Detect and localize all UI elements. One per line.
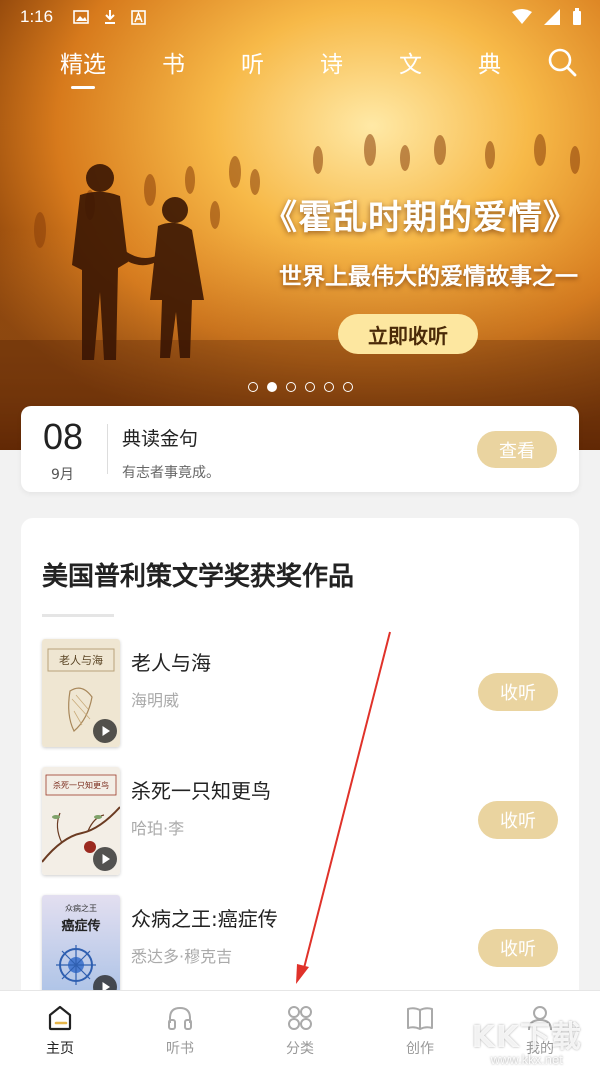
bottom-nav-home[interactable]: 主页 <box>0 991 120 1066</box>
wifi-icon <box>512 9 532 24</box>
divider <box>107 424 108 474</box>
list-item[interactable]: 杀死一只知更鸟 杀死一只知更鸟 哈珀·李 收听 <box>42 767 558 875</box>
bottom-nav-create[interactable]: 创作 <box>360 991 480 1066</box>
hero-title: 《霍乱时期的爱情》 <box>263 198 578 238</box>
headphones-icon <box>168 1006 192 1030</box>
bottom-nav-audiobooks[interactable]: 听书 <box>120 991 240 1066</box>
bottom-nav-label: 分类 <box>286 1041 314 1057</box>
section-title: 美国普利策文学奖获奖作品 <box>42 562 355 592</box>
daily-quote-card[interactable]: 08 9月 典读金句 有志者事竟成。 查看 <box>21 406 579 492</box>
book-cover-subtitle: 众病之王 <box>65 904 97 913</box>
listen-button[interactable]: 收听 <box>478 801 558 839</box>
book-author: 悉达多·穆克吉 <box>131 947 233 966</box>
bottom-nav: 主页 听书 分类 创作 我的 <box>0 990 600 1066</box>
book-title[interactable]: 众病之王:癌症传 <box>131 903 278 932</box>
carousel-dot[interactable] <box>324 382 334 392</box>
tab-featured[interactable]: 精选 <box>60 45 106 89</box>
list-item[interactable]: 众病之王 癌症传 众病之王:癌症传 悉达多·穆克吉 收听 <box>42 895 558 1003</box>
daily-quote-text: 有志者事竟成。 <box>122 465 220 481</box>
image-icon <box>73 10 89 24</box>
bottom-nav-label: 听书 <box>166 1041 194 1057</box>
bottom-nav-label: 我的 <box>526 1041 554 1057</box>
battery-icon <box>573 8 581 25</box>
play-icon[interactable] <box>93 847 117 871</box>
top-nav: 精选 书 听 诗 文 典 <box>0 40 600 89</box>
bottom-nav-label: 创作 <box>406 1041 434 1057</box>
bottom-nav-label: 主页 <box>46 1041 74 1057</box>
status-bar: 1:16 <box>0 0 600 34</box>
home-icon <box>48 1005 72 1031</box>
date-day: 08 <box>43 416 84 457</box>
date-month: 9月 <box>51 467 74 483</box>
play-icon[interactable] <box>93 719 117 743</box>
section-underline <box>42 614 114 617</box>
a-box-icon <box>131 9 146 25</box>
signal-icon <box>544 9 560 25</box>
hero-subtitle: 世界上最伟大的爱情故事之一 <box>279 264 578 290</box>
listen-button[interactable]: 收听 <box>478 673 558 711</box>
status-time: 1:16 <box>20 7 54 26</box>
carousel-dot[interactable] <box>286 382 296 392</box>
view-button[interactable]: 查看 <box>477 431 557 468</box>
bottom-nav-categories[interactable]: 分类 <box>240 991 360 1066</box>
carousel-dot-active[interactable] <box>267 382 277 392</box>
list-item[interactable]: 老人与海 老人与海 海明威 收听 <box>42 639 558 747</box>
tab-books[interactable]: 书 <box>162 45 185 79</box>
listen-button[interactable]: 收听 <box>478 929 558 967</box>
book-author: 哈珀·李 <box>131 819 185 838</box>
tab-classics[interactable]: 典 <box>478 45 501 79</box>
book-cover[interactable]: 杀死一只知更鸟 <box>42 767 120 875</box>
book-cover[interactable]: 老人与海 <box>42 639 120 747</box>
book-cover-title: 老人与海 <box>59 654 103 667</box>
pulitzer-section: 美国普利策文学奖获奖作品 老人与海 老人与海 海明威 收听 杀死一只知更鸟 杀死… <box>21 518 579 1038</box>
tab-essays[interactable]: 文 <box>399 45 422 79</box>
tab-listen[interactable]: 听 <box>241 45 264 79</box>
book-title[interactable]: 杀死一只知更鸟 <box>131 775 271 804</box>
daily-quote-title: 典读金句 <box>122 428 199 450</box>
book-cover-title: 癌症传 <box>61 919 101 934</box>
book-author: 海明威 <box>131 691 180 710</box>
tab-poetry[interactable]: 诗 <box>320 45 343 79</box>
search-icon[interactable] <box>546 46 578 78</box>
download-icon <box>105 10 116 24</box>
carousel-dots <box>248 382 353 392</box>
listen-now-button[interactable]: 立即收听 <box>338 314 478 354</box>
carousel-dot[interactable] <box>248 382 258 392</box>
book-cover[interactable]: 众病之王 癌症传 <box>42 895 120 1003</box>
book-icon <box>407 1007 433 1030</box>
carousel-dot[interactable] <box>305 382 315 392</box>
book-title[interactable]: 老人与海 <box>131 647 211 676</box>
bottom-nav-profile[interactable]: 我的 <box>480 991 600 1066</box>
hero-text: 《霍乱时期的爱情》 世界上最伟大的爱情故事之一 <box>263 190 578 291</box>
grid-icon <box>288 1006 312 1030</box>
carousel-dot[interactable] <box>343 382 353 392</box>
profile-icon <box>528 1006 552 1031</box>
book-cover-title: 杀死一只知更鸟 <box>53 781 109 790</box>
